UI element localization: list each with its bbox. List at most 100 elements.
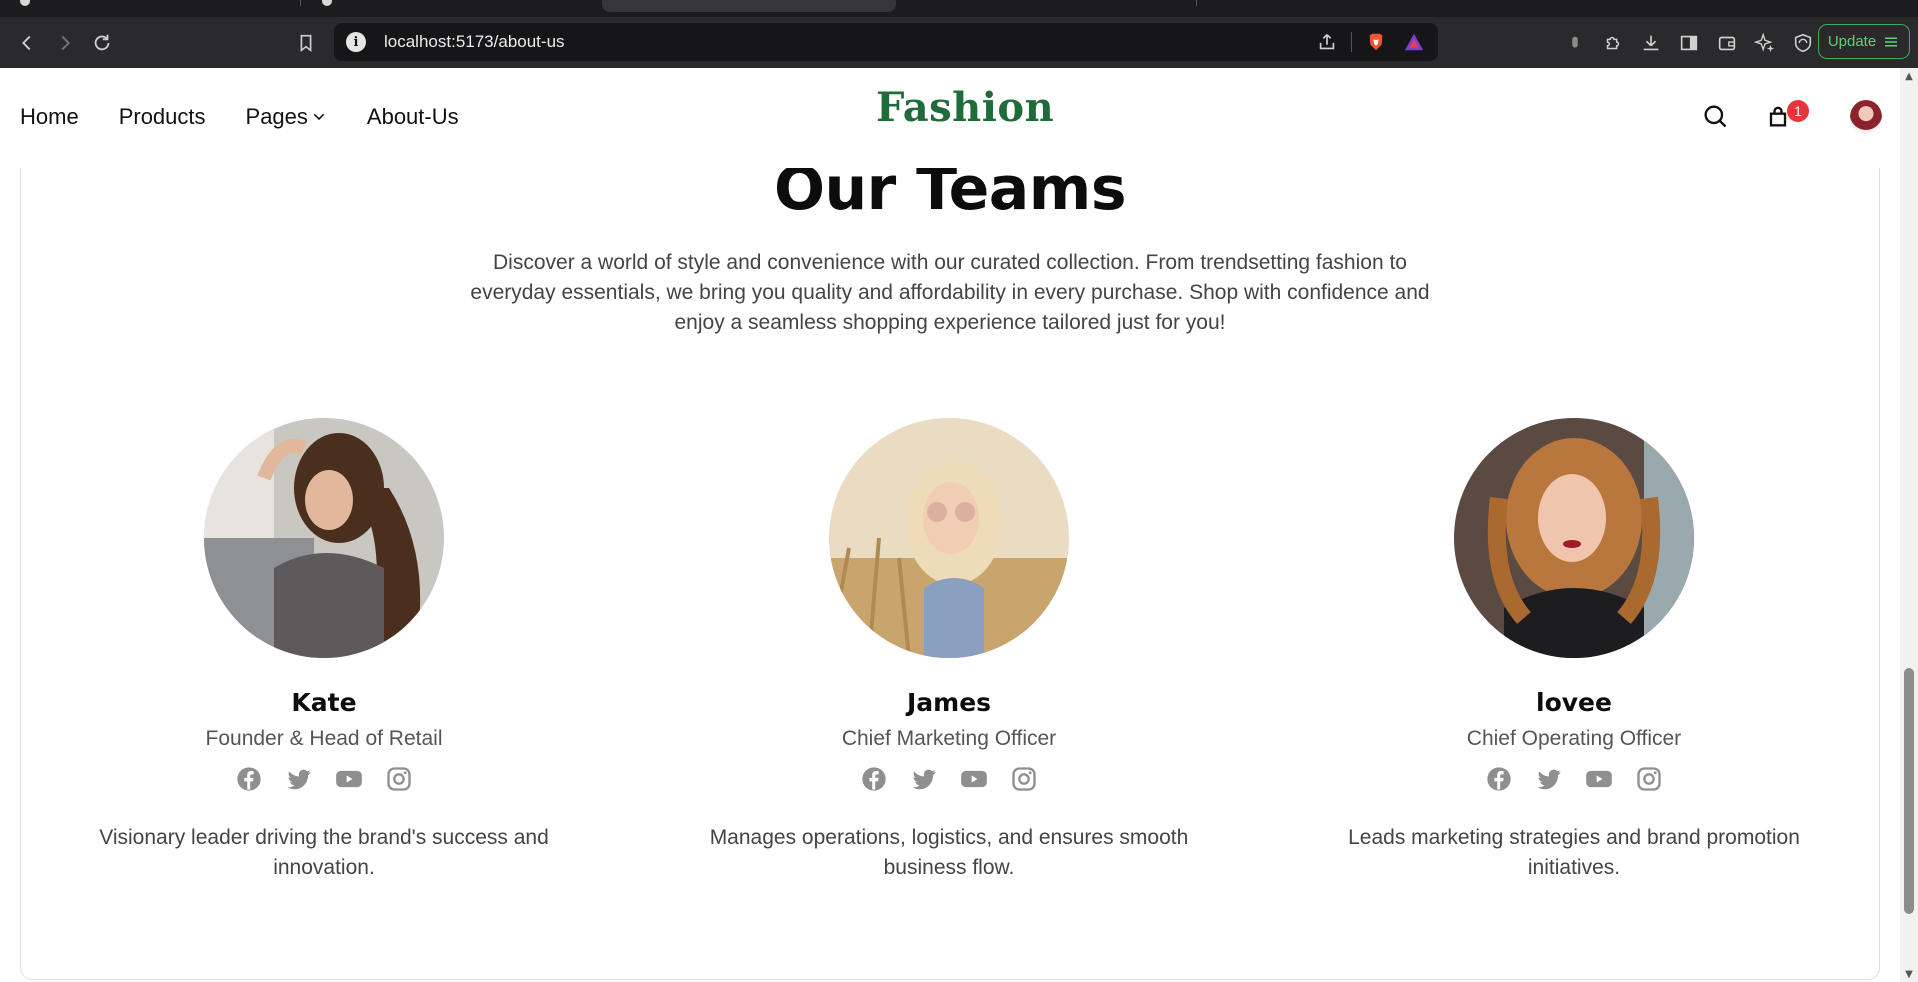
member-social-links: [1294, 765, 1854, 793]
chevron-left-icon: [22, 35, 31, 51]
instagram-icon: [387, 767, 411, 791]
vpn-button[interactable]: [1784, 26, 1822, 60]
nav-link-about-us[interactable]: About-Us: [367, 104, 459, 130]
leo-ai-button[interactable]: [1746, 26, 1784, 60]
scrollbar-thumb[interactable]: [1904, 668, 1914, 914]
search-icon: [1704, 105, 1727, 128]
facebook-icon: [1487, 767, 1511, 791]
section-description: Discover a world of style and convenienc…: [470, 251, 1430, 334]
nav-link-pages[interactable]: Pages: [246, 104, 327, 130]
instagram-link[interactable]: [385, 765, 413, 793]
member-name: Kate: [291, 688, 357, 717]
puzzle-icon: [1606, 36, 1620, 50]
member-name: James: [906, 688, 992, 717]
youtube-icon: [336, 770, 362, 788]
site-info-icon[interactable]: i: [346, 32, 366, 52]
wallet-icon: [1718, 36, 1736, 51]
divider: [1351, 32, 1352, 52]
extension-icons: [1556, 26, 1822, 60]
youtube-icon: [1586, 770, 1612, 788]
browser-toolbar: i localhost:5173/about-us: [0, 17, 1918, 68]
instagram-link[interactable]: [1010, 765, 1038, 793]
downloads-button[interactable]: [1632, 26, 1670, 60]
tab-favicon: [322, 0, 332, 6]
bookmark-button[interactable]: [289, 26, 323, 60]
sidebar-icon: [1680, 35, 1698, 51]
team-member-card: Kate Founder & Head of Retail Visionary …: [44, 418, 604, 883]
nav-label: Products: [118, 104, 206, 129]
sidebar-button[interactable]: [1670, 26, 1708, 60]
twitter-link[interactable]: [285, 765, 313, 793]
url-text[interactable]: localhost:5173/about-us: [384, 32, 565, 52]
tab-separator: [300, 0, 301, 6]
team-member-card: lovee Chief Operating Officer Leads mark…: [1294, 418, 1854, 883]
youtube-link[interactable]: [1585, 765, 1613, 793]
chevron-down-icon: [313, 113, 325, 121]
twitter-icon: [287, 769, 311, 790]
search-button[interactable]: [1701, 102, 1729, 134]
twitter-icon: [1537, 769, 1561, 790]
facebook-link[interactable]: [235, 765, 263, 793]
main-nav: Home Products Pages About-Us: [20, 104, 459, 130]
share-button[interactable]: [1313, 28, 1341, 56]
member-portrait-image: [204, 418, 444, 658]
shield-icon: [1794, 33, 1812, 53]
cart-count-badge: 1: [1787, 100, 1809, 122]
active-tab[interactable]: [602, 0, 896, 12]
youtube-icon: [961, 770, 987, 788]
member-role: Chief Operating Officer: [1466, 727, 1682, 750]
facebook-link[interactable]: [1485, 765, 1513, 793]
scroll-down-arrow-icon[interactable]: ▼: [1900, 966, 1918, 982]
member-photo: [204, 418, 444, 658]
site-header: Home Products Pages About-Us Fashion: [0, 68, 1900, 168]
instagram-link[interactable]: [1635, 765, 1663, 793]
page-scrollbar[interactable]: ▲ ▼: [1900, 68, 1918, 982]
extensions-button[interactable]: [1594, 26, 1632, 60]
twitter-link[interactable]: [1535, 765, 1563, 793]
youtube-link[interactable]: [960, 765, 988, 793]
browser-tab-strip: [0, 0, 1918, 17]
nav-link-home[interactable]: Home: [20, 104, 79, 130]
instagram-icon: [1637, 767, 1661, 791]
youtube-link[interactable]: [335, 765, 363, 793]
member-photo: [1454, 418, 1694, 658]
nav-label: Home: [20, 104, 79, 129]
member-photo: [829, 418, 1069, 658]
share-icon: [1319, 34, 1335, 50]
reload-icon: [94, 34, 110, 51]
member-bio: Leads marketing strategies and brand pro…: [1348, 826, 1800, 879]
rewards-triangle-icon: [1404, 33, 1424, 51]
address-bar[interactable]: i localhost:5173/about-us: [334, 23, 1438, 61]
back-button[interactable]: [10, 26, 44, 60]
member-social-links: [669, 765, 1229, 793]
update-button[interactable]: Update: [1818, 24, 1910, 59]
brave-rewards-button[interactable]: [1400, 28, 1428, 56]
mic-icon: [1572, 36, 1578, 48]
forward-button[interactable]: [48, 26, 82, 60]
user-avatar[interactable]: [1850, 100, 1882, 134]
reload-button[interactable]: [85, 26, 119, 60]
facebook-link[interactable]: [860, 765, 888, 793]
facebook-icon: [237, 767, 261, 791]
sparkle-icon: [1754, 32, 1775, 53]
twitter-link[interactable]: [910, 765, 938, 793]
chevron-right-icon: [61, 35, 70, 51]
update-label: Update: [1827, 33, 1877, 50]
profile-status-button[interactable]: [1556, 26, 1594, 60]
tab-favicon: [20, 0, 30, 6]
nav-label: About-Us: [366, 104, 459, 129]
scroll-up-arrow-icon[interactable]: ▲: [1900, 68, 1918, 84]
member-bio: Visionary leader driving the brand's suc…: [99, 826, 549, 879]
member-portrait-image: [1454, 418, 1694, 658]
member-name: lovee: [1536, 688, 1612, 717]
brave-lion-icon: [1369, 33, 1383, 51]
bookmark-icon: [300, 34, 312, 53]
brave-shields-button[interactable]: [1362, 28, 1390, 56]
wallet-button[interactable]: [1708, 26, 1746, 60]
twitter-icon: [912, 769, 936, 790]
member-role: Founder & Head of Retail: [205, 727, 443, 750]
nav-link-products[interactable]: Products: [119, 104, 206, 130]
site-logo[interactable]: Fashion: [876, 84, 1054, 131]
member-role: Chief Marketing Officer: [841, 727, 1057, 750]
member-portrait-image: [829, 418, 1069, 658]
